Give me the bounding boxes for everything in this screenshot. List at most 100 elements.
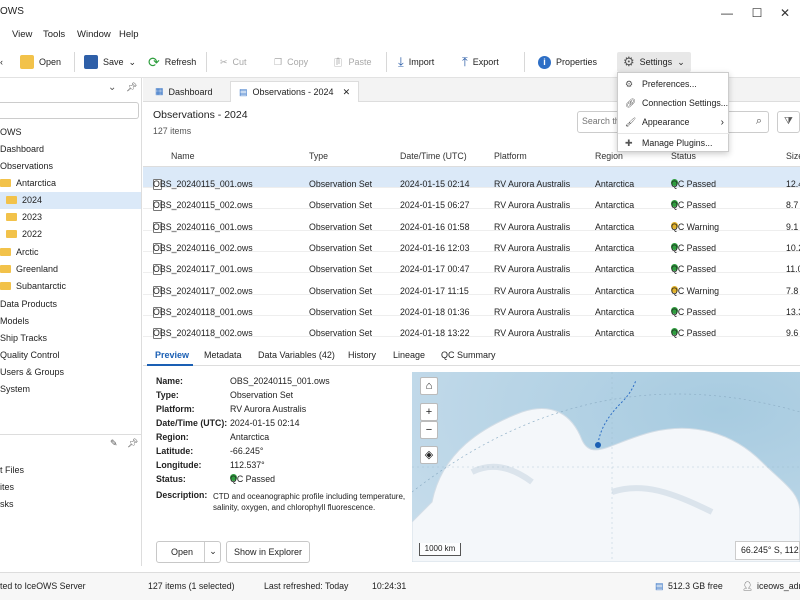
tab-metadata[interactable]: Metadata	[204, 350, 242, 360]
cut-button[interactable]: ✂ Cut	[220, 53, 247, 71]
map-coordinates: 66.245° S, 112.	[735, 541, 800, 560]
tree-2022[interactable]: 2022	[6, 226, 42, 243]
tree-2023[interactable]: 2023	[6, 209, 42, 226]
column-region[interactable]: Region	[595, 151, 623, 161]
map-home-button[interactable]: ⌂	[420, 377, 438, 395]
show-in-explorer-button[interactable]: Show in Explorer	[226, 541, 310, 563]
chevron-down-icon[interactable]: ⌄	[108, 82, 116, 93]
chevron-down-icon[interactable]: ⌄	[204, 542, 221, 562]
import-button[interactable]: ⤓ Import	[398, 53, 434, 71]
paste-button[interactable]: 📋︎ Paste	[332, 53, 371, 71]
tree-observations[interactable]: Observations	[0, 158, 53, 175]
menu-appearance[interactable]: 🖌︎ Appearance ›	[618, 113, 730, 132]
pencil-icon[interactable]: ✎	[110, 438, 118, 449]
refresh-button[interactable]: ⟳ Refresh	[148, 53, 196, 71]
tab-lineage[interactable]: Lineage	[393, 350, 425, 360]
list-title: Observations - 2024	[153, 109, 248, 121]
table-row[interactable]: OBS_20240115_002.ows Observation Set 2024-…	[143, 188, 800, 212]
pin-icon[interactable]: 📌︎	[126, 82, 137, 93]
observation-marker	[595, 442, 601, 448]
menu-view[interactable]: View	[12, 29, 32, 40]
disk-status: 512.3 GB free	[668, 581, 723, 591]
map-view[interactable]	[412, 372, 800, 562]
table-row[interactable]: OBS_20240116_002.ows Observation Set 2024-…	[143, 231, 800, 254]
column-datetime[interactable]: Date/Time (UTC)	[400, 151, 467, 161]
tree-models[interactable]: Models	[0, 313, 29, 330]
tree-users-groups[interactable]: Users & Groups	[0, 364, 64, 381]
tree-root[interactable]: OWS	[0, 124, 22, 141]
favorites-item[interactable]: ites	[0, 479, 14, 496]
disk-icon: ▤	[655, 581, 664, 591]
tab-qc-summary[interactable]: QC Summary	[441, 350, 496, 360]
user-name: iceows_adm	[757, 581, 800, 591]
tree-antarctica[interactable]: Antarctica	[0, 175, 56, 192]
menu-tools[interactable]: Tools	[43, 29, 65, 40]
tree-ship-tracks[interactable]: Ship Tracks	[0, 330, 47, 347]
close-button[interactable]: ✕	[770, 0, 800, 26]
zoom-in-button[interactable]: +	[420, 403, 438, 421]
description-line-2: salinity, oxygen, and chlorophyll fluore…	[213, 503, 376, 512]
minimize-button[interactable]: —	[712, 0, 742, 26]
column-name[interactable]: Name	[171, 151, 194, 161]
search-icon[interactable]: ⌕	[756, 115, 762, 128]
menu-help[interactable]: Help	[119, 29, 139, 40]
close-icon[interactable]: ✕	[343, 87, 351, 98]
table-row[interactable]: OBS_20240117_002.ows Observation Set 2024-…	[143, 274, 800, 297]
tree-dashboard[interactable]: Dashboard	[0, 141, 44, 158]
column-type[interactable]: Type	[309, 151, 328, 161]
filter-button[interactable]: ⧩	[777, 111, 800, 133]
sidebar-filter-input[interactable]	[0, 102, 139, 119]
save-button[interactable]: Save ⌄	[84, 53, 136, 71]
pin-icon[interactable]: 📌︎	[127, 438, 138, 449]
table-row[interactable]: OBS_20240118_001.ows Observation Set 2024-…	[143, 295, 800, 318]
menu-bar: View Tools Window Help	[0, 26, 800, 44]
open-file-button[interactable]: Open ⌄	[156, 541, 221, 563]
tree-2024[interactable]: 2024	[0, 192, 141, 209]
layers-button[interactable]: ◈	[420, 446, 438, 464]
label-longitude: Longitude:	[156, 460, 202, 470]
label-latitude: Latitude:	[156, 446, 194, 456]
tab-data-variables[interactable]: Data Variables (42)	[258, 350, 335, 360]
tree-arctic[interactable]: Arctic	[0, 244, 39, 261]
clipboard-icon: 📋︎	[332, 56, 344, 67]
properties-button[interactable]: i Properties	[538, 53, 597, 71]
tab-history[interactable]: History	[348, 350, 376, 360]
recent-files-item[interactable]: t Files	[0, 462, 24, 479]
copy-button[interactable]: ❐ Copy	[274, 53, 308, 71]
column-size[interactable]: Size	[786, 151, 800, 161]
overflow-arrow[interactable]: ‹	[0, 53, 3, 71]
menu-connection-settings[interactable]: 🔗︎ Connection Settings...	[618, 94, 730, 113]
menu-manage-plugins[interactable]: ✚ Manage Plugins...	[618, 133, 730, 152]
value-name: OBS_20240115_001.ows	[230, 376, 330, 386]
maximize-button[interactable]: ☐	[742, 0, 772, 26]
tree-greenland[interactable]: Greenland	[0, 261, 58, 278]
settings-button[interactable]: ⚙ Settings ⌄	[617, 52, 691, 72]
table-row[interactable]: OBS_20240118_002.ows Observation Set 2024-…	[143, 316, 800, 340]
info-icon: i	[538, 55, 551, 69]
menu-preferences[interactable]: ⚙ Preferences...	[618, 75, 730, 94]
table-row[interactable]: OBS_20240117_001.ows Observation Set 2024-…	[143, 252, 800, 276]
export-button[interactable]: ⤒ Export	[462, 53, 499, 71]
value-datetime: 2024-01-15 02:14	[230, 418, 300, 428]
table-row[interactable]: OBS_20240115_001.ows Observation Set 2024-…	[143, 167, 800, 190]
tree-data-products[interactable]: Data Products	[0, 296, 57, 313]
column-platform[interactable]: Platform	[494, 151, 527, 161]
open-button[interactable]: Open	[20, 53, 61, 71]
table-icon: ▤	[239, 86, 248, 97]
chevron-right-icon: ›	[720, 117, 724, 128]
menu-window[interactable]: Window	[77, 29, 111, 40]
tree-system[interactable]: System	[0, 381, 30, 398]
status-bar: ted to IceOWS Server 127 items (1 select…	[0, 572, 800, 600]
table-row[interactable]: OBS_20240116_001.ows Observation Set 2024-…	[143, 210, 800, 233]
tab-preview[interactable]: Preview	[155, 350, 189, 360]
tree-quality-control[interactable]: Quality Control	[0, 347, 60, 364]
tab-dashboard[interactable]: ▦ Dashboard	[147, 81, 221, 102]
zoom-out-button[interactable]: −	[420, 421, 438, 439]
plus-icon: +	[425, 406, 433, 418]
toolbar-separator	[74, 52, 75, 72]
toolbar-separator	[524, 52, 525, 72]
tab-observations[interactable]: ▤ Observations - 2024 ✕	[230, 81, 360, 102]
tasks-item[interactable]: sks	[0, 496, 14, 513]
tree-subantarctic[interactable]: Subantarctic	[0, 278, 66, 295]
connection-status: ted to IceOWS Server	[0, 581, 86, 591]
